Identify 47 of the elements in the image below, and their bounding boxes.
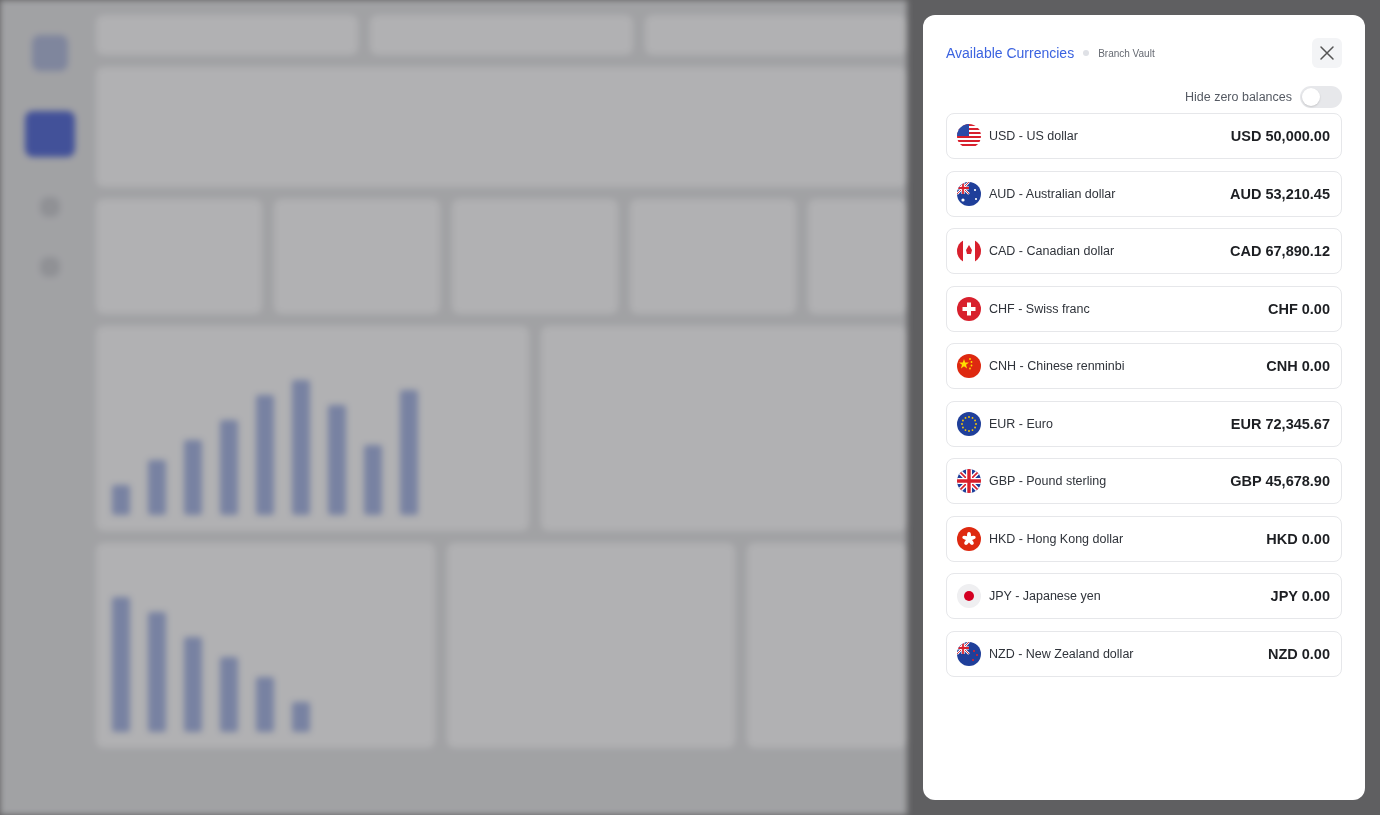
flag-icon [957, 296, 981, 321]
flag-icon [957, 469, 981, 493]
flag-icon [957, 411, 981, 436]
panel-title: Available Currencies [946, 45, 1075, 61]
close-button[interactable] [1312, 38, 1342, 68]
currency-balance: CNH 0.00 [1266, 358, 1330, 374]
currency-name: JPY - Japanese yen [989, 589, 1102, 603]
currency-row[interactable]: NZD - New Zealand dollar NZD 0.00 [946, 630, 1342, 677]
currency-row[interactable]: EUR - Euro EUR 72,345.67 [946, 400, 1342, 447]
currency-name: CNH - Chinese renminbi [989, 359, 1126, 373]
currency-balance: USD 50,000.00 [1230, 128, 1330, 144]
currency-balance: AUD 53,210.45 [1230, 185, 1330, 202]
currency-balance: GBP 45,678.90 [1230, 473, 1330, 489]
currency-balance: CAD 67,890.12 [1230, 243, 1330, 259]
hide-zero-toggle[interactable] [1300, 86, 1342, 108]
flag-icon [957, 124, 981, 148]
currency-row[interactable]: GBP - Pound sterling GBP 45,678.90 [946, 458, 1342, 504]
flag-icon [957, 354, 981, 378]
currency-balance: JPY 0.00 [1270, 588, 1330, 604]
currency-name: CHF - Swiss franc [989, 301, 1091, 316]
currency-row[interactable]: CNH - Chinese renminbi CNH 0.00 [946, 343, 1342, 389]
currency-balance: CHF 0.00 [1267, 300, 1330, 317]
currency-row[interactable]: CAD - Canadian dollar CAD 67,890.12 [946, 228, 1342, 274]
currency-name: HKD - Hong Kong dollar [989, 531, 1125, 546]
flag-icon [957, 239, 981, 263]
toggle-label: Hide zero balances [1185, 90, 1292, 104]
currency-row[interactable]: USD - US dollar USD 50,000.00 [946, 113, 1342, 159]
close-icon [1319, 45, 1335, 61]
currency-name: AUD - Australian dollar [989, 186, 1117, 201]
currency-name: USD - US dollar [989, 129, 1079, 143]
currency-row[interactable]: HKD - Hong Kong dollar HKD 0.00 [946, 515, 1342, 562]
flag-icon [957, 584, 981, 608]
panel-subtitle: Branch Vault [1098, 47, 1155, 59]
currency-row[interactable]: CHF - Swiss franc CHF 0.00 [946, 285, 1342, 332]
currency-row[interactable]: AUD - Australian dollar AUD 53,210.45 [946, 170, 1342, 217]
separator-dot [1083, 50, 1090, 56]
currency-name: NZD - New Zealand dollar [989, 646, 1135, 661]
flag-icon [957, 641, 981, 666]
currency-balance: NZD 0.00 [1267, 645, 1330, 662]
currency-balance: HKD 0.00 [1266, 530, 1330, 547]
currency-name: GBP - Pound sterling [989, 474, 1108, 488]
currency-name: EUR - Euro [989, 416, 1054, 431]
flag-icon [957, 181, 981, 206]
currency-row[interactable]: JPY - Japanese yen JPY 0.00 [946, 573, 1342, 619]
currency-name: CAD - Canadian dollar [989, 244, 1116, 258]
currency-balance: EUR 72,345.67 [1230, 415, 1330, 432]
flag-icon [957, 526, 981, 551]
